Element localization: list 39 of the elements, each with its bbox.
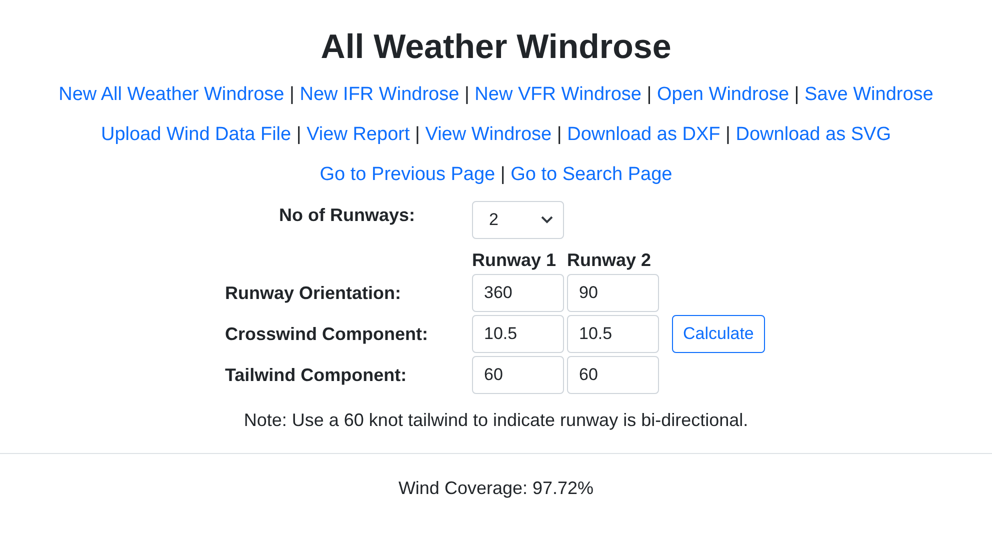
nav-link[interactable]: Download as DXF bbox=[567, 124, 720, 145]
nav-link[interactable]: Go to Search Page bbox=[510, 164, 672, 185]
field-label: Runway Orientation: bbox=[225, 282, 402, 304]
input-field[interactable]: 10.5 bbox=[472, 315, 564, 353]
separator: | bbox=[296, 124, 302, 145]
nav-link[interactable]: View Report bbox=[306, 124, 410, 145]
separator: | bbox=[556, 124, 562, 145]
separator: | bbox=[726, 124, 730, 145]
nav-link[interactable]: New VFR Windrose bbox=[474, 84, 642, 105]
separator: | bbox=[415, 124, 420, 145]
nav-link[interactable]: View Windrose bbox=[425, 124, 552, 145]
separator: | bbox=[794, 84, 800, 105]
input-field[interactable]: 10.5 bbox=[567, 315, 659, 353]
calculate-button[interactable]: Calculate bbox=[672, 315, 765, 353]
nav-link[interactable]: New All Weather Windrose bbox=[58, 84, 284, 105]
nav-link[interactable]: Upload Wind Data File bbox=[101, 124, 292, 145]
nav-link[interactable]: Go to Previous Page bbox=[320, 164, 496, 185]
separator: | bbox=[500, 164, 506, 185]
separator: | bbox=[646, 84, 652, 105]
column-header: Runway 2 bbox=[567, 249, 652, 271]
field-label: No of Runways: bbox=[278, 204, 416, 226]
field-label: Crosswind Component: bbox=[225, 324, 429, 344]
separator: | bbox=[290, 84, 294, 105]
input-field[interactable]: 60 bbox=[472, 356, 564, 394]
caret-icon bbox=[541, 216, 553, 224]
separator: | bbox=[464, 84, 470, 105]
result-text: Wind Coverage: 97.72% bbox=[397, 478, 595, 499]
field-label: Tailwind Component: bbox=[225, 364, 408, 386]
page-title: All Weather Windrose bbox=[320, 28, 672, 67]
input-field[interactable]: 60 bbox=[567, 356, 659, 394]
column-header: Runway 1 bbox=[472, 249, 558, 271]
nav-link[interactable]: Open Windrose bbox=[657, 84, 790, 105]
input-field[interactable]: 90 bbox=[567, 274, 659, 312]
note-text: Note: Use a 60 knot tailwind to indicate runway is bi-directional. bbox=[242, 410, 750, 431]
input-field[interactable]: 360 bbox=[472, 274, 564, 312]
nav-link[interactable]: Save Windrose bbox=[804, 84, 934, 105]
nav-link[interactable]: New IFR Windrose bbox=[300, 84, 460, 105]
nav-link[interactable]: Download as SVG bbox=[736, 124, 891, 145]
runway-count-select[interactable]: 2 bbox=[472, 201, 564, 239]
